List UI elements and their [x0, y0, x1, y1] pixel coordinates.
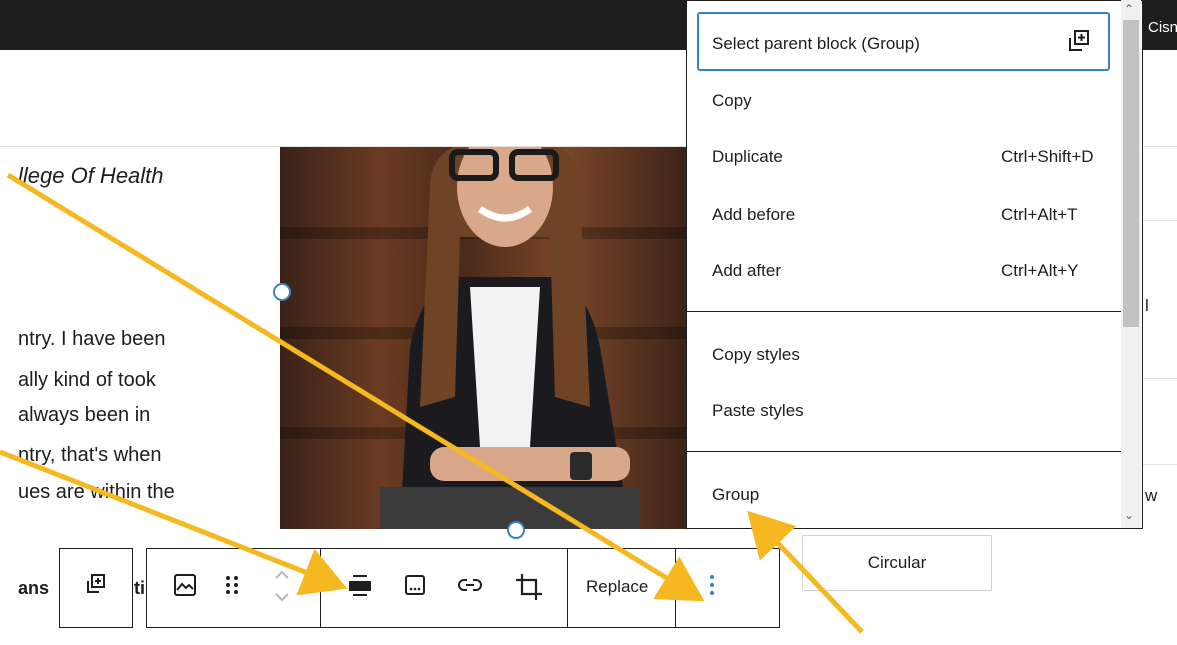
topbar-corner-text: Cisn — [1148, 19, 1177, 36]
image-block-photo[interactable] — [280, 147, 686, 529]
sidebar-divider — [1143, 378, 1177, 379]
menu-item-paste-styles[interactable]: Paste styles — [712, 401, 804, 421]
shortcut-duplicate: Ctrl+Shift+D — [1001, 147, 1094, 166]
select-parent-icon — [1069, 30, 1089, 51]
toolbar-divider — [675, 549, 676, 627]
select-parent-icon — [87, 574, 105, 593]
menu-scrollbar-thumb[interactable] — [1123, 20, 1139, 327]
crop-button[interactable] — [512, 570, 546, 604]
link-button[interactable] — [455, 570, 485, 600]
paragraph-line: ntry. I have been — [18, 328, 166, 350]
paragraph-line: always been in — [18, 404, 151, 426]
paragraph-line: ntry, that's when — [18, 444, 162, 466]
content-fragment: ti — [134, 578, 145, 598]
content-fragment: ans — [18, 578, 50, 598]
drag-handle-button[interactable] — [222, 570, 242, 600]
vertical-ellipsis-icon — [710, 575, 714, 595]
caption-icon — [405, 575, 425, 595]
caption-button[interactable] — [400, 570, 430, 600]
sidebar-divider — [1143, 464, 1177, 465]
sidebar-divider — [1143, 220, 1177, 221]
shortcut-add-before: Ctrl+Alt+T — [1001, 205, 1078, 224]
menu-item-copy-styles[interactable]: Copy styles — [712, 345, 800, 365]
toolbar-divider — [320, 549, 321, 627]
menu-item-copy[interactable]: Copy — [712, 91, 752, 111]
menu-item-group[interactable]: Group — [712, 485, 759, 505]
image-block-button[interactable] — [170, 570, 200, 600]
toolbar-divider — [567, 549, 568, 627]
select-parent-button[interactable] — [82, 570, 110, 598]
person-portrait — [380, 147, 640, 529]
align-icon — [349, 575, 371, 596]
drag-handle-icon — [226, 576, 238, 594]
move-up-down-buttons[interactable] — [270, 566, 294, 606]
align-button[interactable] — [345, 570, 375, 600]
select-parent-block-label: Select parent block (Group) — [712, 34, 920, 53]
paragraph-line: ues are within the — [18, 481, 175, 503]
block-options-button[interactable] — [700, 570, 724, 600]
paragraph-line: ally kind of took — [18, 369, 156, 391]
resize-handle-bottom[interactable] — [507, 521, 525, 539]
subtitle-text: llege Of Health — [18, 163, 164, 188]
sidebar-text-fragment: l — [1145, 296, 1149, 315]
menu-item-add-before[interactable]: Add before — [712, 205, 795, 225]
scroll-up-icon[interactable]: ⌃ — [1124, 2, 1134, 16]
replace-button[interactable]: Replace — [586, 577, 648, 597]
sidebar-text-fragment: w — [1145, 486, 1158, 505]
circular-style-button[interactable]: Circular — [802, 535, 992, 591]
menu-separator — [687, 311, 1121, 312]
shortcut-add-after: Ctrl+Alt+Y — [1001, 261, 1079, 280]
menu-item-add-after[interactable]: Add after — [712, 261, 781, 281]
chevron-up-down-icon — [275, 570, 289, 602]
menu-item-duplicate[interactable]: Duplicate — [712, 147, 783, 167]
crop-icon — [516, 574, 542, 600]
image-icon — [174, 574, 196, 596]
sidebar-divider — [1143, 146, 1177, 147]
scroll-down-icon[interactable]: ⌄ — [1124, 508, 1134, 522]
link-icon — [458, 579, 482, 591]
resize-handle-left[interactable] — [273, 283, 291, 301]
menu-separator — [687, 451, 1121, 452]
